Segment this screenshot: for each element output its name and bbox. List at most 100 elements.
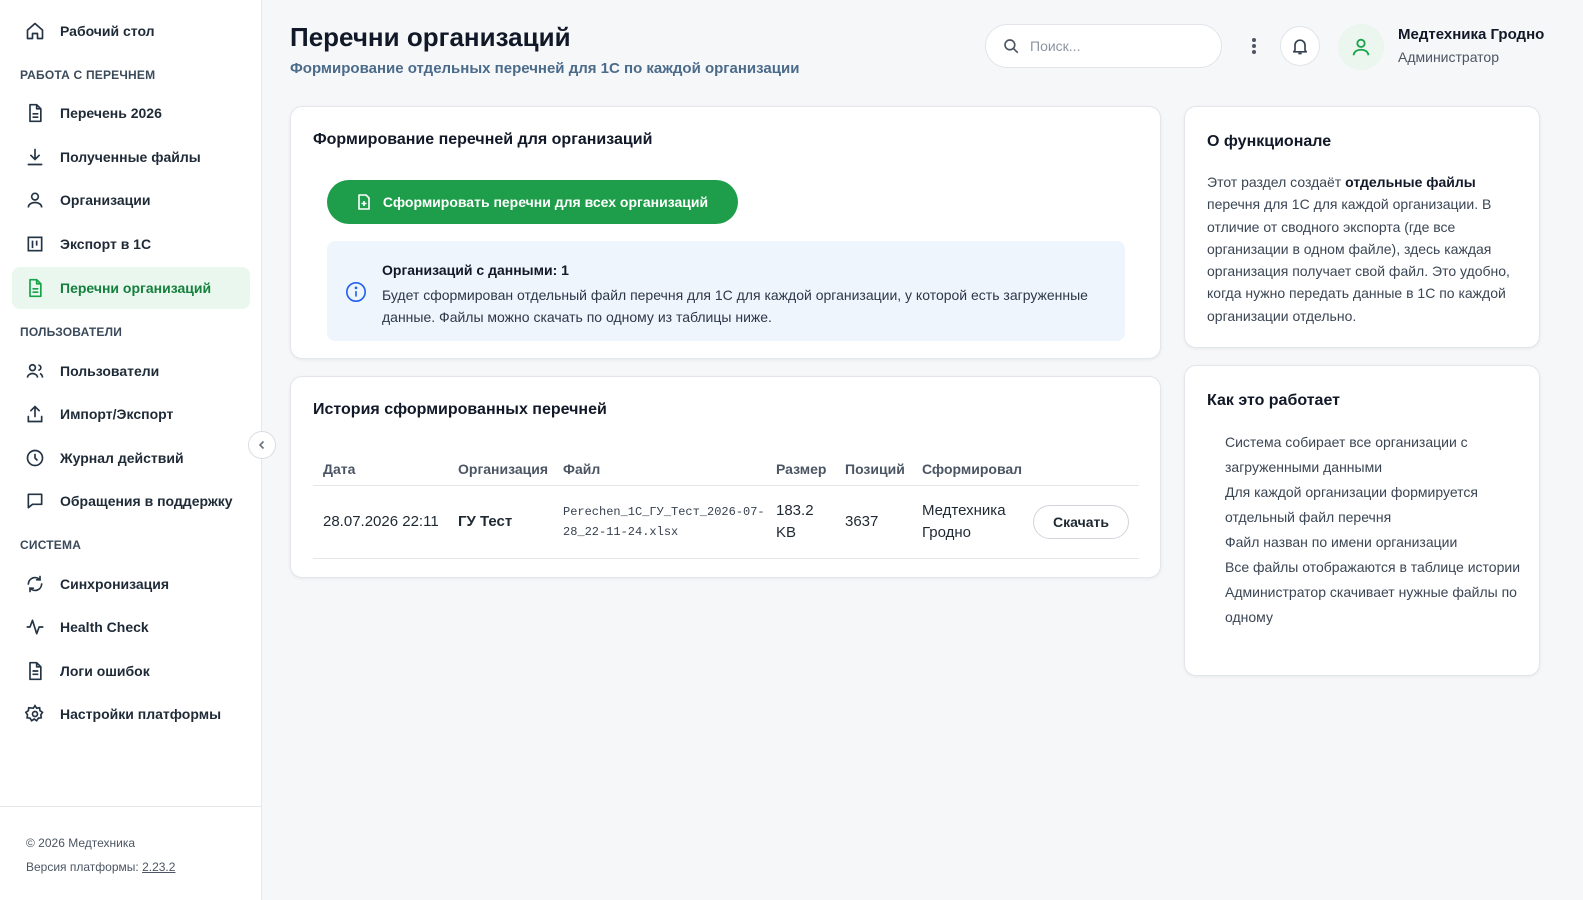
activity-icon — [24, 616, 46, 638]
sidebar-item-label: Перечень 2026 — [60, 105, 162, 121]
sidebar-item-label: Перечни организаций — [60, 280, 212, 296]
page-subtitle: Формирование отдельных перечней для 1С п… — [290, 60, 800, 77]
users-icon — [24, 360, 46, 382]
cell-organization: ГУ Тест — [448, 485, 553, 559]
bell-icon — [1292, 39, 1308, 55]
export-icon — [24, 233, 46, 255]
sidebar-item-label: Журнал действий — [60, 450, 184, 466]
sidebar-item-support[interactable]: Обращения в поддержку — [12, 480, 250, 522]
sidebar-item-action-log[interactable]: Журнал действий — [12, 437, 250, 479]
gear-icon — [24, 703, 46, 725]
sidebar-item-org-lists[interactable]: Перечни организаций — [12, 267, 250, 309]
chat-icon — [24, 490, 46, 512]
sidebar-item-label: Полученные файлы — [60, 149, 201, 165]
column-header-actions — [1023, 453, 1139, 486]
table-header-row: Дата Организация Файл Размер Позиций Сфо… — [313, 453, 1139, 486]
list-item: Все файлы отображаются в таблице истории — [1225, 559, 1521, 575]
generate-card-title: Формирование перечней для организаций — [313, 131, 653, 148]
column-header-created-by: Сформировал — [912, 453, 1023, 486]
notifications-button[interactable] — [1280, 26, 1320, 66]
sidebar-item-users[interactable]: Пользователи — [12, 350, 250, 392]
home-icon — [24, 20, 46, 42]
document-icon — [24, 277, 46, 299]
more-options-button[interactable] — [1246, 34, 1262, 58]
upload-icon — [24, 403, 46, 425]
sidebar-item-import-export[interactable]: Импорт/Экспорт — [12, 393, 250, 435]
column-header-file: Файл — [553, 453, 766, 486]
sidebar-item-label: Логи ошибок — [60, 663, 150, 679]
sidebar-item-export-1c[interactable]: Экспорт в 1С — [12, 223, 250, 265]
sidebar-item-platform-settings[interactable]: Настройки платформы — [12, 693, 250, 735]
info-box: Организаций с данными: 1 Будет сформиров… — [327, 241, 1125, 341]
steps-list: Система собирает все организации с загру… — [1225, 430, 1525, 630]
user-role: Администратор — [1398, 49, 1500, 65]
how-card: Как это работает Система собирает все ор… — [1184, 365, 1540, 676]
search-icon — [1004, 39, 1019, 54]
sidebar-item-sync[interactable]: Синхронизация — [12, 563, 250, 605]
column-header-organization: Организация — [448, 453, 553, 486]
document-icon — [24, 102, 46, 124]
version-link[interactable]: 2.23.2 — [142, 860, 175, 874]
sidebar-item-label: Health Check — [60, 619, 149, 635]
history-table: Дата Организация Файл Размер Позиций Сфо… — [313, 453, 1139, 559]
sidebar-item-label: Настройки платформы — [60, 706, 222, 722]
about-card: О функционале Этот раздел создаёт отдель… — [1184, 106, 1540, 348]
page-title: Перечни организаций — [290, 22, 571, 52]
list-item: Для каждой организации формируется отдел… — [1225, 484, 1478, 525]
version-label: Версия платформы: — [26, 860, 143, 874]
history-card: История сформированных перечней Дата Орг… — [290, 376, 1161, 578]
info-title: Организаций с данными: 1 — [382, 262, 569, 278]
download-button[interactable]: Скачать — [1033, 504, 1129, 539]
about-text-part: Этот раздел создаёт — [1207, 174, 1346, 190]
user-icon — [1352, 38, 1370, 56]
generate-all-button-label: Сформировать перечни для всех организаци… — [382, 194, 709, 210]
user-avatar[interactable] — [1338, 24, 1384, 70]
sidebar-footer — [0, 806, 261, 900]
generate-all-button[interactable]: Сформировать перечни для всех организаци… — [327, 180, 738, 224]
about-text-bold: отдельные файлы — [1345, 174, 1476, 190]
sidebar-item-label: Рабочий стол — [60, 23, 155, 39]
platform-version: Версия платформы: 2.23.2 — [26, 860, 175, 874]
sidebar-item-label: Импорт/Экспорт — [60, 406, 174, 422]
sidebar-item-health-check[interactable]: Health Check — [12, 606, 250, 648]
sidebar-item-label: Экспорт в 1С — [60, 236, 152, 252]
column-header-size: Размер — [766, 453, 835, 486]
collapse-sidebar-button[interactable] — [248, 431, 276, 459]
section-title-users: ПОЛЬЗОВАТЕЛИ — [20, 325, 123, 339]
cell-positions: 3637 — [835, 485, 912, 559]
section-title-work: РАБОТА С ПЕРЕЧНЕМ — [20, 68, 156, 82]
cell-file: Perechen_1C_ГУ_Тест_2026-07-28_22-11-24.… — [553, 485, 766, 559]
table-row: 28.07.2026 22:11 ГУ Тест Perechen_1C_ГУ_… — [313, 485, 1139, 559]
sidebar-item-label: Синхронизация — [60, 576, 170, 592]
sidebar-item-received-files[interactable]: Полученные файлы — [12, 136, 250, 178]
file-plus-icon — [358, 194, 370, 210]
about-text: Этот раздел создаёт отдельные файлы пере… — [1207, 171, 1519, 327]
sidebar-item-error-logs[interactable]: Логи ошибок — [12, 650, 250, 692]
chevron-left-icon — [258, 440, 265, 450]
sidebar-item-organizations[interactable]: Организации — [12, 179, 250, 221]
clock-icon — [24, 447, 46, 469]
list-item: Система собирает все организации с загру… — [1225, 434, 1468, 475]
user-icon — [24, 189, 46, 211]
sidebar-item-dashboard[interactable]: Рабочий стол — [12, 10, 250, 52]
about-text-part: перечня для 1С для каждой организации. В… — [1207, 196, 1510, 324]
search-input[interactable] — [1030, 38, 1200, 54]
sidebar-item-label: Обращения в поддержку — [60, 493, 233, 509]
sidebar-item-label: Пользователи — [60, 363, 160, 379]
cell-size: 183.2 KB — [766, 485, 835, 559]
history-card-title: История сформированных перечней — [313, 401, 607, 418]
section-title-system: СИСТЕМА — [20, 538, 82, 552]
info-text: Будет сформирован отдельный файл перечня… — [382, 287, 1088, 325]
column-header-positions: Позиций — [835, 453, 912, 486]
column-header-date: Дата — [313, 453, 448, 486]
log-icon — [24, 660, 46, 682]
copyright: © 2026 Медтехника — [26, 836, 136, 850]
sidebar-item-perechen-2026[interactable]: Перечень 2026 — [12, 92, 250, 134]
sidebar: Рабочий стол РАБОТА С ПЕРЕЧНЕМ Перечень … — [0, 0, 262, 900]
search-box[interactable] — [985, 24, 1222, 68]
list-item: Файл назван по имени организации — [1225, 534, 1458, 550]
cell-actions: Скачать — [1023, 485, 1139, 559]
how-card-title: Как это работает — [1207, 392, 1340, 409]
sidebar-item-label: Организации — [60, 192, 151, 208]
cell-date: 28.07.2026 22:11 — [313, 485, 448, 559]
